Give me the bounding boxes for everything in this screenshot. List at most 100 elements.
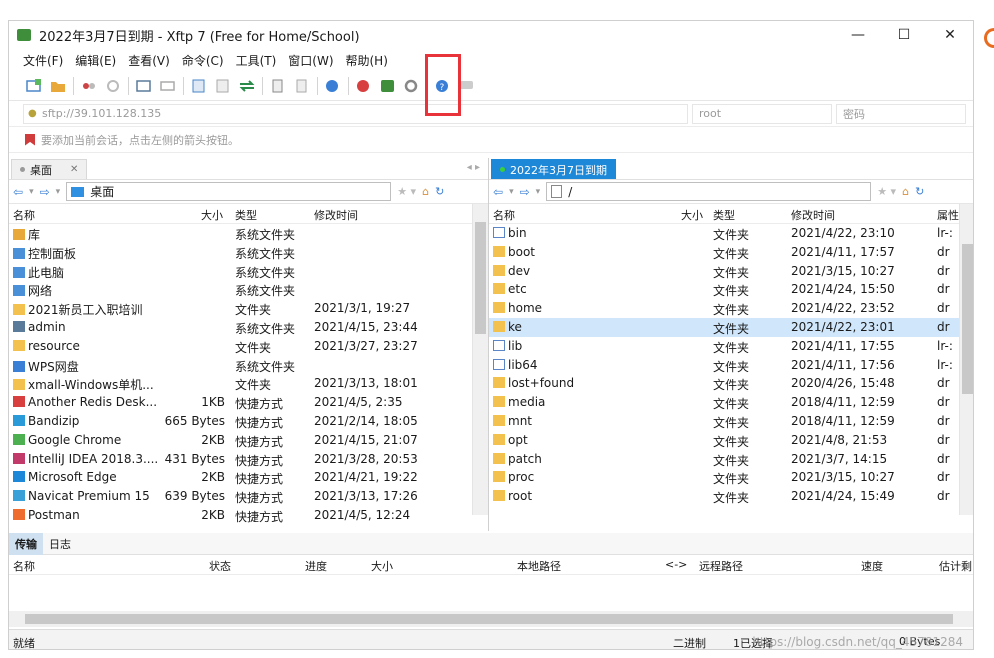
table-row[interactable]: proc 文件夹 2021/3/15, 10:27 dr [489, 468, 973, 487]
table-row[interactable]: mnt 文件夹 2018/4/11, 12:59 dr [489, 412, 973, 431]
tab-scroll-icon[interactable]: ◂ ▸ [467, 162, 480, 173]
table-row[interactable]: patch 文件夹 2021/3/7, 14:15 dr [489, 450, 973, 469]
table-row[interactable]: 此电脑 系统文件夹 [9, 262, 488, 281]
home-icon[interactable]: ⌂ [422, 185, 429, 198]
back-dropdown-icon[interactable]: ▾ [509, 187, 514, 197]
col-modified[interactable]: 修改时间 [314, 207, 358, 223]
table-row[interactable]: 2021新员工入职培训 文件夹 2021/3/1, 19:27 [9, 299, 488, 318]
back-icon[interactable]: ⇦ [13, 185, 23, 199]
table-row[interactable]: Google Chrome 2KB 快捷方式 2021/4/15, 21:07 [9, 431, 488, 450]
col-attributes[interactable]: 属性 [937, 207, 959, 223]
table-row[interactable]: Microsoft Edge 2KB 快捷方式 2021/4/21, 19:22 [9, 468, 488, 487]
col-size[interactable]: 大小 [201, 207, 223, 223]
forward-icon[interactable]: ⇨ [520, 185, 530, 199]
sync-arrows-icon[interactable] [238, 77, 256, 95]
table-row[interactable]: 库 系统文件夹 [9, 224, 488, 243]
local-path-input[interactable]: 桌面 [66, 182, 392, 201]
new-session-icon[interactable] [25, 77, 43, 95]
scroll-thumb[interactable] [475, 222, 486, 334]
bookmark-arrow-icon[interactable] [25, 133, 35, 146]
table-row[interactable]: home 文件夹 2021/4/22, 23:52 dr [489, 299, 973, 318]
minimize-button[interactable]: — [835, 27, 881, 43]
col-size[interactable]: 大小 [371, 558, 393, 574]
table-row[interactable]: 控制面板 系统文件夹 [9, 243, 488, 262]
view-icon[interactable] [159, 77, 177, 95]
upload-icon[interactable] [190, 77, 208, 95]
globe-icon[interactable] [324, 77, 342, 95]
back-icon[interactable]: ⇦ [493, 185, 503, 199]
table-row[interactable]: Navicat Premium 15 639 Bytes 快捷方式 2021/3/13… [9, 487, 488, 506]
col-name[interactable]: 名称 [13, 207, 35, 223]
refresh-icon[interactable]: ↻ [915, 185, 924, 198]
table-row[interactable]: ke 文件夹 2021/4/22, 23:01 dr [489, 317, 973, 337]
remote-path-input[interactable]: / [546, 182, 872, 201]
tab-local-desktop[interactable]: 桌面 ✕ [11, 159, 88, 179]
table-row[interactable]: root 文件夹 2021/4/24, 15:49 dr [489, 487, 973, 506]
col-modified[interactable]: 修改时间 [791, 207, 835, 223]
col-size[interactable]: 大小 [681, 207, 703, 223]
table-row[interactable]: boot 文件夹 2021/4/11, 17:57 dr [489, 243, 973, 262]
paste-icon[interactable] [293, 77, 311, 95]
close-button[interactable]: ✕ [927, 27, 973, 43]
menu-edit[interactable]: 编辑(E) [75, 52, 116, 69]
reconnect-icon[interactable] [104, 77, 122, 95]
xshell-icon[interactable] [355, 77, 373, 95]
col-remote-path[interactable]: 远程路径 [699, 558, 743, 574]
table-row[interactable]: resource 文件夹 2021/3/27, 23:27 [9, 337, 488, 356]
table-row[interactable]: opt 文件夹 2021/4/8, 21:53 dr [489, 431, 973, 450]
close-tab-icon[interactable]: ✕ [70, 164, 78, 175]
menu-file[interactable]: 文件(F) [23, 52, 63, 69]
col-type[interactable]: 类型 [235, 207, 257, 223]
transfer-settings-icon[interactable] [135, 77, 153, 95]
col-name[interactable]: 名称 [493, 207, 515, 223]
tab-remote-session[interactable]: 2022年3月7日到期 [491, 159, 616, 179]
refresh-icon[interactable]: ↻ [435, 185, 444, 198]
table-row[interactable]: IntelliJ IDEA 2018.3.... 431 Bytes 快捷方式 202… [9, 450, 488, 469]
table-row[interactable]: admin 系统文件夹 2021/4/15, 23:44 [9, 318, 488, 337]
table-row[interactable]: 网络 系统文件夹 [9, 280, 488, 299]
table-row[interactable]: xmall-Windows单机... 文件夹 2021/3/13, 18:01 [9, 374, 488, 393]
table-row[interactable]: lost+found 文件夹 2020/4/26, 15:48 dr [489, 374, 973, 393]
tab-log[interactable]: 日志 [43, 533, 77, 555]
menu-command[interactable]: 命令(C) [182, 52, 224, 69]
bookmark-star-icon[interactable]: ★ ▾ [877, 185, 896, 198]
col-type[interactable]: 类型 [713, 207, 735, 223]
open-folder-icon[interactable] [49, 77, 67, 95]
table-row[interactable]: lib64 文件夹 2021/4/11, 17:56 lr-: [489, 356, 973, 375]
xftp-icon[interactable] [379, 77, 397, 95]
col-direction[interactable]: <-> [665, 558, 687, 571]
table-row[interactable]: bin 文件夹 2021/4/22, 23:10 lr-: [489, 224, 973, 243]
col-local-path[interactable]: 本地路径 [517, 558, 561, 574]
table-row[interactable]: Another Redis Desk... 1KB 快捷方式 2021/4/5, 2:… [9, 393, 488, 412]
bookmark-star-icon[interactable]: ★ ▾ [397, 185, 416, 198]
settings-gear-icon[interactable] [403, 77, 421, 95]
download-icon[interactable] [214, 77, 232, 95]
col-name[interactable]: 名称 [13, 558, 35, 574]
menu-help[interactable]: 帮助(H) [346, 52, 388, 69]
table-row[interactable]: Postman 2KB 快捷方式 2021/4/5, 12:24 [9, 506, 488, 525]
table-row[interactable]: dev 文件夹 2021/3/15, 10:27 dr [489, 262, 973, 281]
table-row[interactable]: lib 文件夹 2021/4/11, 17:55 lr-: [489, 337, 973, 356]
menu-window[interactable]: 窗口(W) [288, 52, 333, 69]
disconnect-icon[interactable] [80, 77, 98, 95]
username-input[interactable]: root [692, 103, 832, 124]
remote-vertical-scrollbar[interactable] [959, 204, 973, 515]
copy-icon[interactable] [269, 77, 287, 95]
home-icon[interactable]: ⌂ [902, 185, 909, 198]
back-dropdown-icon[interactable]: ▾ [29, 187, 34, 197]
menu-tools[interactable]: 工具(T) [236, 52, 277, 69]
table-row[interactable]: Bandizip 665 Bytes 快捷方式 2021/2/14, 18:05 [9, 412, 488, 431]
col-eta[interactable]: 估计剩 [939, 558, 972, 574]
host-input[interactable]: ● sftp://39.101.128.135 [23, 103, 688, 124]
col-speed[interactable]: 速度 [861, 558, 883, 574]
menu-view[interactable]: 查看(V) [128, 52, 170, 69]
forward-dropdown-icon[interactable]: ▾ [536, 187, 541, 197]
maximize-button[interactable]: ☐ [881, 27, 927, 43]
table-row[interactable]: etc 文件夹 2021/4/24, 15:50 dr [489, 280, 973, 299]
tab-transfer[interactable]: 传输 [9, 532, 43, 555]
transfer-horizontal-scrollbar[interactable] [9, 611, 973, 627]
forward-icon[interactable]: ⇨ [40, 185, 50, 199]
scroll-thumb[interactable] [962, 244, 973, 394]
forward-dropdown-icon[interactable]: ▾ [56, 187, 61, 197]
local-vertical-scrollbar[interactable] [472, 204, 488, 515]
